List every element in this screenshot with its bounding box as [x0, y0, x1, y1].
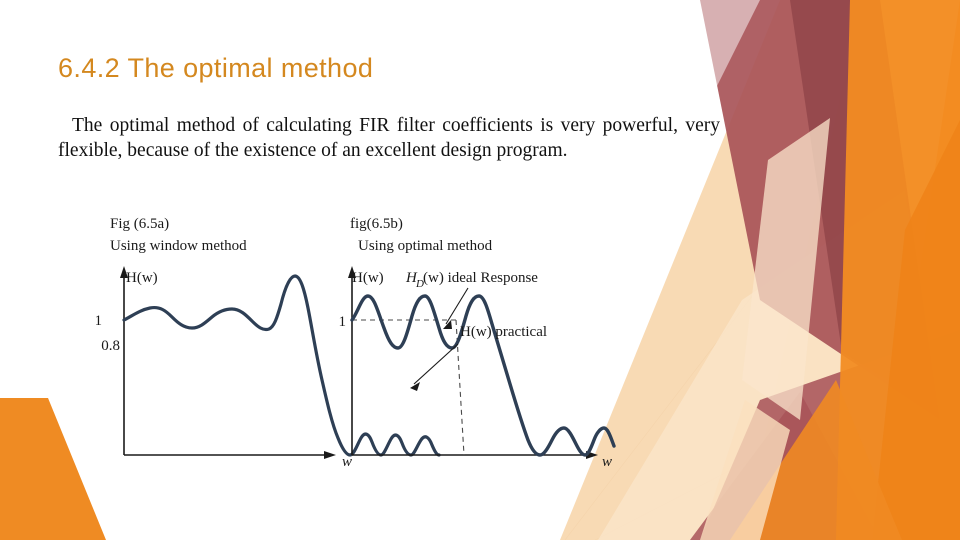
- right-plot-practical-label: H(w) practical: [460, 324, 547, 340]
- left-plot-ytick-0p8: 0.8: [101, 338, 120, 354]
- left-plot-group: Fig (6.5a) Using window method H(w) 1 0.…: [96, 216, 441, 470]
- maroon-band-lower-2: [690, 392, 880, 540]
- white-veil: [700, 0, 760, 120]
- right-plot-caption-line1: fig(6.5b): [350, 216, 403, 232]
- orange-wedge-right-a: [836, 0, 960, 540]
- page-title: 6.4.2 The optimal method: [58, 53, 374, 83]
- right-plot-ytick-1: 1: [339, 314, 347, 330]
- maroon-band-upper: [700, 0, 940, 420]
- slide-canvas: 6.4.2 The optimal method The optimal met…: [0, 0, 960, 540]
- left-plot-caption-line1: Fig (6.5a): [110, 216, 169, 232]
- peach-sheet: [560, 0, 960, 540]
- right-plot-ideal-response-label: H D (w) ideal Response: [405, 270, 538, 290]
- left-plot-y-axis-label: H(w): [126, 270, 158, 286]
- peach-sliver-a: [742, 118, 830, 420]
- peach-sheet-2: [598, 190, 960, 540]
- right-plot-group: fig(6.5b) Using optimal method H(w) H D …: [339, 216, 616, 470]
- left-plot-response-curve: [122, 274, 441, 457]
- maroon-band-lower: [700, 330, 960, 540]
- left-plot-caption-line2: Using window method: [110, 238, 247, 254]
- right-plot-caption-line2: Using optimal method: [358, 238, 493, 254]
- practical-leader-arrow: [410, 343, 459, 391]
- right-plot-y-axis-label: H(w): [352, 270, 384, 286]
- left-plot-x-axis-label: w: [342, 454, 352, 470]
- orange-wedge-right-b: [872, 120, 960, 540]
- corner-wedge-bottom-left: [0, 398, 106, 540]
- body-paragraph: The optimal method of calculating FIR fi…: [58, 115, 720, 161]
- peach-sliver-b: [700, 400, 790, 540]
- ideal-label-rest: (w) ideal Response: [423, 270, 538, 286]
- figure-container: Fig (6.5a) Using window method H(w) 1 0.…: [96, 212, 616, 480]
- left-plot-ytick-1: 1: [96, 313, 102, 329]
- maroon-band-upper-dark: [790, 0, 938, 412]
- hairline-diagonal-lower: [594, 351, 960, 540]
- right-orange-field-2: [816, 0, 960, 540]
- filter-response-figure: Fig (6.5a) Using window method H(w) 1 0.…: [96, 216, 616, 470]
- right-plot-x-axis-label: w: [602, 454, 612, 470]
- hairline-diagonal-upper: [564, 24, 960, 540]
- orange-wedge-right-c: [730, 380, 902, 540]
- right-orange-field: [742, 0, 960, 540]
